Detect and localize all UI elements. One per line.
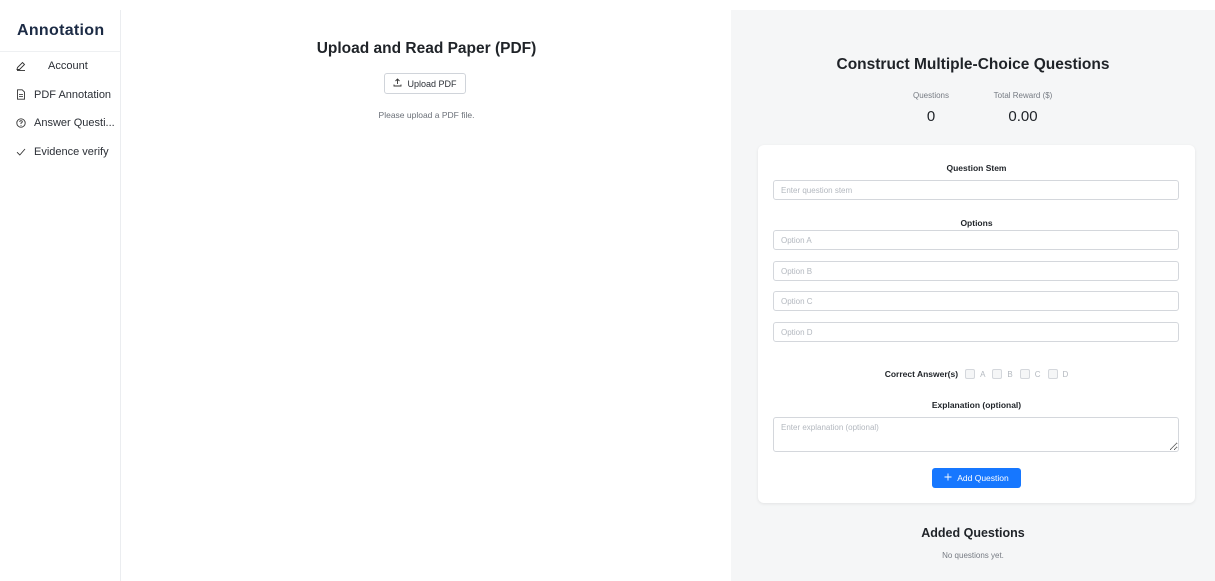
brand-title: Annotation: [0, 10, 120, 52]
checkbox-box[interactable]: [1019, 369, 1030, 379]
questions-caption: Questions: [912, 91, 950, 100]
added-questions-title: Added Questions: [921, 526, 1025, 540]
explanation-textarea[interactable]: [773, 417, 1179, 452]
pdf-reader-panel: Upload and Read Paper (PDF) Upload PDF P…: [122, 0, 731, 581]
document-icon: [15, 89, 26, 100]
answer-checkbox-c[interactable]: C: [1019, 369, 1041, 379]
answer-letter: C: [1034, 369, 1041, 379]
question-stem-label: Question Stem: [946, 163, 1007, 173]
sidebar-item-label: PDF Annotation: [34, 88, 112, 101]
option-d-input[interactable]: [773, 322, 1179, 342]
answer-checkbox-b[interactable]: B: [992, 369, 1013, 379]
builder-title: Construct Multiple-Choice Questions: [836, 56, 1110, 73]
correct-answers-row: Correct Answer(s) A B C D: [758, 369, 1195, 379]
sidebar-item-evidence-verify[interactable]: Evidence verify: [0, 138, 120, 167]
checkbox-box[interactable]: [992, 369, 1003, 379]
answer-letter: A: [980, 369, 986, 379]
questions-count: 0: [926, 108, 936, 125]
upload-pdf-label: Upload PDF: [407, 78, 457, 89]
checkbox-box[interactable]: [965, 369, 976, 379]
answer-checkbox-a[interactable]: A: [965, 369, 985, 379]
sidebar-item-label: Evidence verify: [34, 145, 109, 158]
question-stem-input[interactable]: [773, 180, 1179, 200]
option-a-input[interactable]: [773, 230, 1179, 250]
added-questions-empty: No questions yet.: [942, 551, 1004, 560]
options-label: Options: [960, 218, 993, 228]
option-b-input[interactable]: [773, 261, 1179, 281]
question-form-card: Question Stem Options Correct Answer(s) …: [758, 145, 1195, 503]
sidebar-item-label: Answer Questi...: [34, 117, 115, 130]
explanation-label: Explanation (optional): [931, 400, 1022, 410]
reward-caption: Total Reward ($): [993, 91, 1053, 100]
reward-stat: Total Reward ($) 0.00: [981, 91, 1065, 125]
sidebar-item-account[interactable]: Account: [0, 52, 120, 81]
option-c-input[interactable]: [773, 291, 1179, 311]
questions-stat: Questions 0: [901, 91, 961, 125]
add-question-button[interactable]: Add Question: [932, 468, 1021, 488]
check-icon: [15, 146, 26, 157]
sidebar-item-pdf-annotation[interactable]: PDF Annotation: [0, 81, 120, 110]
sidebar: Annotation Account PDF Annotation Answer…: [0, 10, 121, 581]
correct-answers-label: Correct Answer(s): [884, 369, 959, 379]
checkbox-box[interactable]: [1047, 369, 1058, 379]
add-question-label: Add Question: [957, 473, 1009, 483]
reward-value: 0.00: [1008, 108, 1038, 125]
reader-title: Upload and Read Paper (PDF): [316, 40, 537, 57]
answer-letter: D: [1062, 369, 1069, 379]
upload-icon: [393, 78, 402, 89]
question-circle-icon: [15, 118, 26, 129]
pencil-icon: [15, 61, 26, 72]
answer-letter: B: [1007, 369, 1013, 379]
plus-icon: [944, 473, 952, 483]
answer-checkbox-d[interactable]: D: [1047, 369, 1069, 379]
sidebar-item-answer-questions[interactable]: Answer Questi...: [0, 109, 120, 138]
sidebar-item-label: Account: [48, 60, 88, 73]
question-builder-panel: Construct Multiple-Choice Questions Ques…: [731, 10, 1215, 581]
upload-pdf-button[interactable]: Upload PDF: [384, 73, 466, 94]
upload-hint: Please upload a PDF file.: [378, 110, 475, 120]
